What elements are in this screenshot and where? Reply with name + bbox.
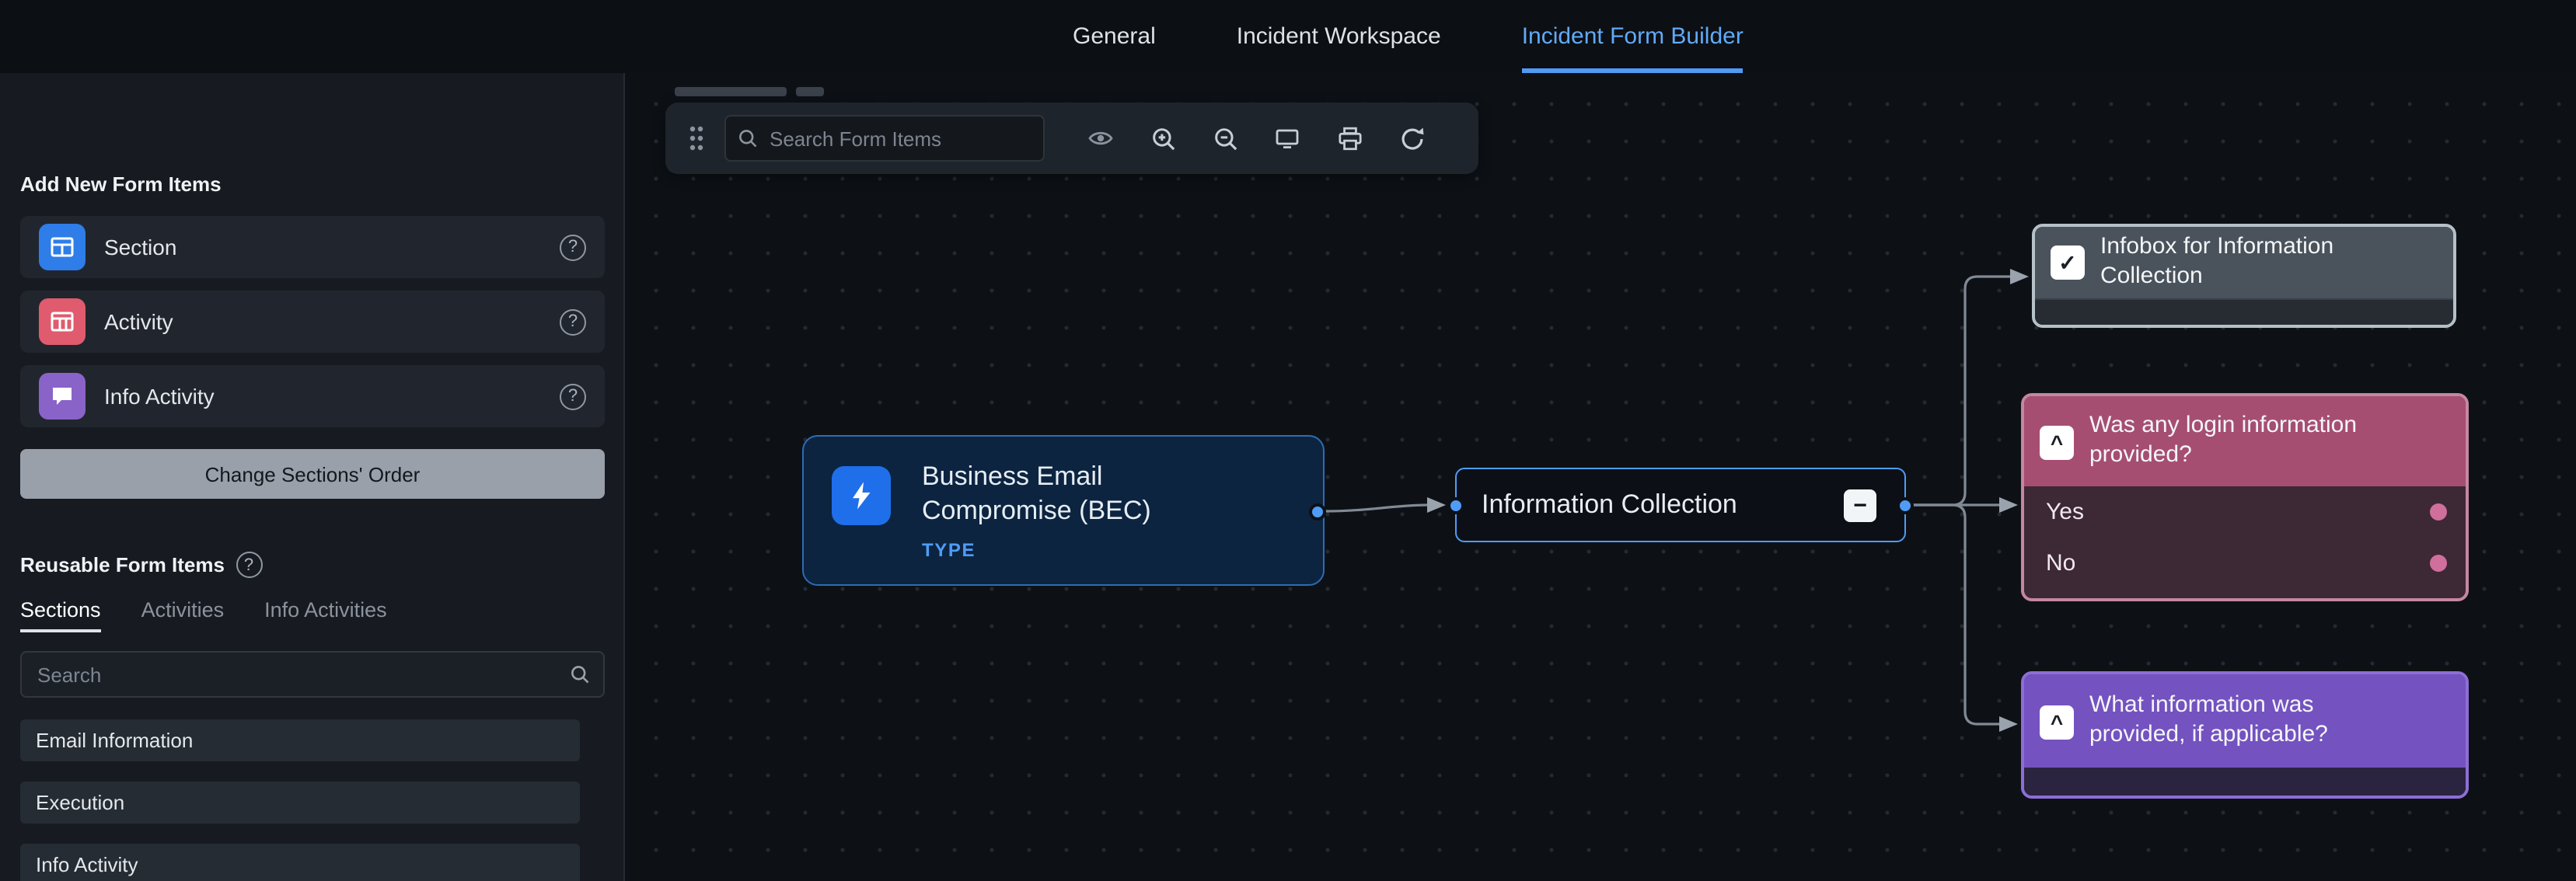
reusable-form-items-heading: Reusable Form Items <box>20 553 225 576</box>
reusable-tabs: Sections Activities Info Activities <box>20 598 387 632</box>
add-new-form-items-heading: Add New Form Items <box>20 172 222 196</box>
question-header: ^ Was any login information provided? <box>2024 396 2466 486</box>
tab-incident-workspace[interactable]: Incident Workspace <box>1237 0 1441 73</box>
canvas-search-input[interactable] <box>724 115 1045 162</box>
tab-general[interactable]: General <box>1073 0 1156 73</box>
refresh-icon[interactable] <box>1380 103 1443 174</box>
add-activity-button[interactable]: Activity ? <box>20 291 605 353</box>
checkbox-icon: ✓ <box>2051 245 2085 280</box>
question-header: ^ What information was provided, if appl… <box>2024 674 2466 768</box>
activity-help-icon[interactable]: ? <box>560 308 586 335</box>
node-title: What information was provided, if applic… <box>2089 692 2400 750</box>
change-sections-order-button[interactable]: Change Sections' Order <box>20 449 605 499</box>
zoom-in-icon[interactable] <box>1132 103 1194 174</box>
list-item[interactable]: Email Information <box>20 719 580 761</box>
output-port[interactable] <box>1309 503 1326 521</box>
reusable-form-items-row: Reusable Form Items ? <box>20 552 262 578</box>
tab-sections[interactable]: Sections <box>20 598 101 632</box>
section-help-icon[interactable]: ? <box>560 234 586 260</box>
reusable-help-icon[interactable]: ? <box>236 552 262 578</box>
lightning-icon <box>832 466 891 525</box>
search-icon <box>569 663 591 693</box>
add-activity-label: Activity <box>104 309 173 334</box>
sidebar-search-input[interactable] <box>20 651 605 698</box>
option-no[interactable]: No <box>2024 538 2466 589</box>
node-title: Was any login information provided? <box>2089 413 2424 471</box>
question-body <box>2024 768 2466 796</box>
option-label: No <box>2046 550 2075 576</box>
top-tabs: General Incident Workspace Incident Form… <box>1073 0 1744 73</box>
node-question-login-info[interactable]: ^ Was any login information provided? Ye… <box>2021 393 2469 601</box>
obscured-text-fragment <box>675 87 787 96</box>
node-type-badge: TYPE <box>922 539 976 561</box>
question-body-padding <box>2024 589 2466 598</box>
option-output-port[interactable] <box>2430 555 2447 572</box>
add-section-label: Section <box>104 235 176 259</box>
input-port[interactable] <box>1447 497 1464 514</box>
tab-activities[interactable]: Activities <box>141 598 225 632</box>
caret-up-icon: ^ <box>2040 705 2074 740</box>
info-activity-help-icon[interactable]: ? <box>560 383 586 409</box>
caret-up-icon: ^ <box>2040 426 2074 460</box>
list-item[interactable]: Info Activity <box>20 844 580 881</box>
sidebar-search <box>20 651 605 698</box>
obscured-text-fragment <box>796 87 824 96</box>
node-infobox[interactable]: ✓ Infobox for Information Collection <box>2032 224 2456 328</box>
infobox-body <box>2035 298 2453 325</box>
info-activity-icon <box>39 373 86 420</box>
option-label: Yes <box>2046 499 2084 525</box>
option-yes[interactable]: Yes <box>2024 486 2466 538</box>
fit-screen-icon[interactable] <box>1256 103 1318 174</box>
node-incident-type[interactable]: Business Email Compromise (BEC) TYPE <box>802 435 1325 586</box>
zoom-out-icon[interactable] <box>1194 103 1256 174</box>
sidebar: Add New Form Items Section ? Activity ? … <box>0 73 625 881</box>
drag-handle-icon[interactable] <box>687 124 706 152</box>
tab-incident-form-builder[interactable]: Incident Form Builder <box>1522 0 1744 73</box>
option-output-port[interactable] <box>2430 503 2447 521</box>
list-item[interactable]: Execution <box>20 782 580 824</box>
tab-info-activities[interactable]: Info Activities <box>264 598 387 632</box>
section-icon <box>39 224 86 270</box>
add-info-activity-button[interactable]: Info Activity ? <box>20 365 605 427</box>
activity-icon <box>39 298 86 345</box>
search-icon <box>737 127 759 157</box>
collapse-button[interactable]: − <box>1844 489 1876 522</box>
node-title: Business Email Compromise (BEC) <box>922 460 1194 528</box>
infobox-header: ✓ Infobox for Information Collection <box>2035 227 2453 298</box>
add-info-activity-label: Info Activity <box>104 384 215 409</box>
print-icon[interactable] <box>1318 103 1380 174</box>
node-title: Information Collection <box>1482 469 1737 541</box>
canvas-search <box>724 115 1045 162</box>
output-port[interactable] <box>1897 497 1914 514</box>
node-question-information-provided[interactable]: ^ What information was provided, if appl… <box>2021 671 2469 799</box>
incident-form-builder-app: General Incident Workspace Incident Form… <box>0 0 2576 881</box>
preview-eye-icon[interactable] <box>1070 103 1132 174</box>
node-information-collection[interactable]: Information Collection − <box>1455 468 1906 542</box>
canvas-toolbar <box>665 103 1478 174</box>
node-title: Infobox for Information Collection <box>2100 234 2388 292</box>
top-navigation-bar: General Incident Workspace Incident Form… <box>0 0 2576 73</box>
add-section-button[interactable]: Section ? <box>20 216 605 278</box>
form-builder-canvas[interactable]: Business Email Compromise (BEC) TYPE Inf… <box>625 73 2576 881</box>
